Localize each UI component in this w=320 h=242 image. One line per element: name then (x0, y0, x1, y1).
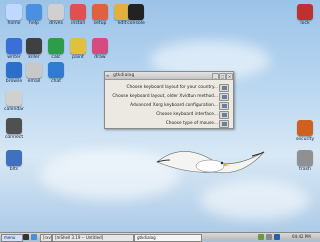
dialog-row: Advanced Xorg keyboard configuration... (108, 101, 230, 110)
desktop-icon-label: draw (94, 55, 106, 60)
desktop-icon-label: chat (50, 79, 62, 84)
dialog-row: Choose keyboard interface... (108, 110, 230, 119)
desktop-icon-label: blts (9, 167, 19, 172)
seagull-image (156, 151, 265, 174)
connect-icon (6, 118, 22, 134)
browser-launcher-icon[interactable] (31, 234, 37, 240)
paint-icon (70, 38, 86, 54)
dialog-titlebar[interactable]: ≡ gtkdialog _ □ × (105, 72, 233, 80)
minimize-icon[interactable]: _ (212, 73, 219, 80)
close-icon[interactable]: × (226, 73, 233, 80)
tray-app-icon[interactable] (274, 234, 280, 240)
install-icon (70, 4, 86, 20)
row-label: Choose type of mouse... (165, 121, 218, 126)
keyboard-icon (221, 95, 227, 99)
desktop-icon-label: security (295, 137, 315, 142)
desktop-icon-label: lock (300, 21, 310, 26)
dialog-row: Choose type of mouse... (108, 119, 230, 128)
xorg-keyboard-config-button[interactable] (219, 102, 229, 110)
gtkdialog-window: ≡ gtkdialog _ □ × Choose keyboard layout… (104, 71, 234, 129)
row-label: Choose keyboard interface... (156, 112, 218, 117)
clock: 04:42 PM (292, 234, 311, 239)
console-icon (128, 4, 144, 20)
desktop-icon-draw[interactable]: draw (86, 38, 114, 60)
keyboard-icon (221, 104, 227, 108)
security-icon (297, 120, 313, 136)
keyboard-layout-button[interactable] (219, 84, 229, 92)
desktop-icon-lock[interactable]: lock (291, 4, 319, 26)
desktop-icon-security[interactable]: security (291, 120, 319, 142)
desktop-icon-label: calendar (4, 107, 24, 112)
row-label: Choose keyboard layout for your country.… (126, 85, 218, 90)
menu-button[interactable]: menu (1, 234, 23, 242)
desktop-icon-label: console (127, 21, 145, 26)
desktop-icon-label: trash (299, 167, 311, 172)
desktop-icon-connect[interactable]: connect (0, 118, 28, 140)
desktop-icon-calendar[interactable]: calendar (0, 90, 28, 112)
maximize-icon[interactable]: □ (219, 73, 226, 80)
keyboard-interface-button[interactable] (219, 111, 229, 119)
dialog-row: Choose keyboard layout, older Xvidtun me… (108, 92, 230, 101)
dialog-row: Choose keyboard layout for your country.… (108, 83, 230, 92)
keyboard-icon (221, 113, 227, 117)
setup-icon (92, 4, 108, 20)
calc-icon (48, 38, 64, 54)
terminal-launcher-icon[interactable] (23, 234, 29, 240)
keyboard-layout-older-button[interactable] (219, 93, 229, 101)
desktop-icon-trash[interactable]: trash (291, 150, 319, 172)
blts-icon (6, 150, 22, 166)
row-label: Advanced Xorg keyboard configuration... (130, 103, 218, 108)
desktop-icon-chat[interactable]: chat (42, 62, 70, 84)
mouse-type-button[interactable] (219, 120, 229, 128)
lock-icon (297, 4, 313, 20)
desktop-icon-console[interactable]: console (122, 4, 150, 26)
row-label: Choose keyboard layout, older Xvidtun me… (112, 94, 218, 99)
desktop-icon-label: connect (4, 135, 24, 140)
network-icon[interactable] (258, 234, 264, 240)
window-menu-icon[interactable]: ≡ (106, 73, 111, 78)
task-rxvt[interactable]: [rxvt] (40, 234, 52, 242)
dialog-title: gtkdialog (113, 73, 135, 78)
task-gtkdialog[interactable]: gtkdialog (134, 234, 202, 242)
keyboard-icon (221, 86, 227, 90)
mouse-icon (221, 122, 227, 126)
volume-icon[interactable] (266, 234, 272, 240)
desktop-icon-blts[interactable]: blts (0, 150, 28, 172)
chat-icon (48, 62, 64, 78)
drives-icon (48, 4, 64, 20)
task-mshell[interactable]: [mShell 3.19 -- Untitled] (52, 234, 134, 242)
killer-icon (26, 38, 42, 54)
trash-icon (297, 150, 313, 166)
draw-icon (92, 38, 108, 54)
email-icon (26, 62, 42, 78)
help-icon (26, 4, 42, 20)
calendar-icon (6, 90, 22, 106)
